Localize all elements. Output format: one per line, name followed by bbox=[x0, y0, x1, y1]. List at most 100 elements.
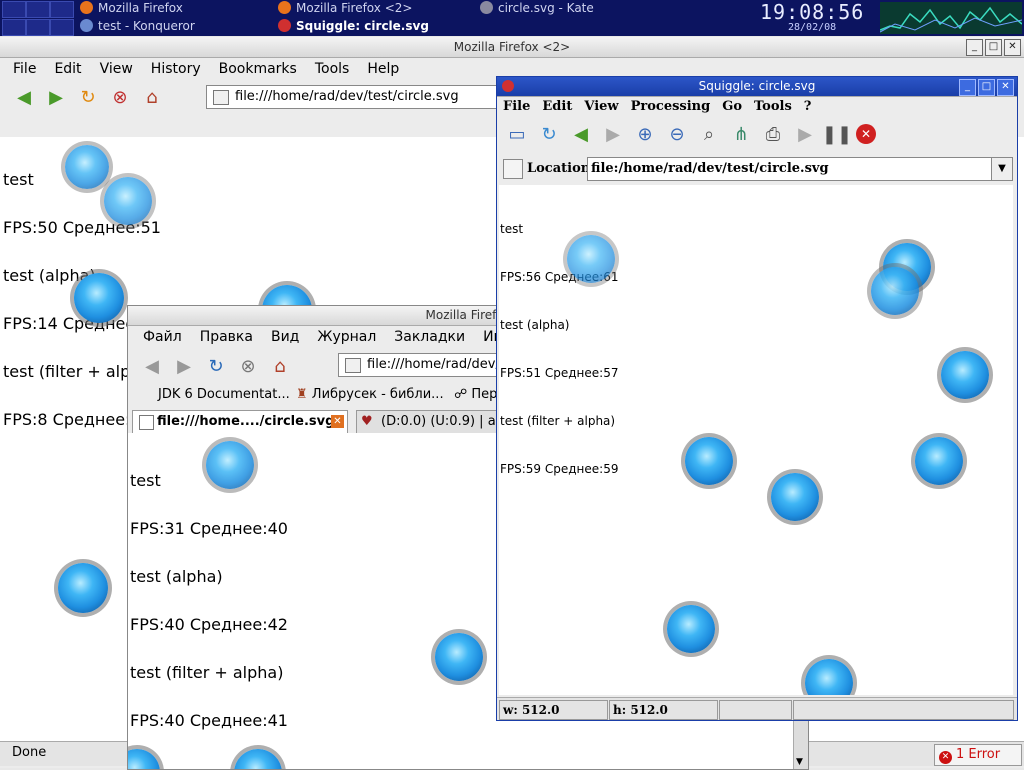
menu-tools[interactable]: Tools bbox=[754, 99, 792, 114]
task-label: circle.svg - Kate bbox=[498, 1, 594, 15]
pager-desktop-1[interactable] bbox=[2, 1, 26, 18]
forward-icon[interactable]: ▶ bbox=[171, 353, 197, 379]
menu-edit[interactable]: Правка bbox=[200, 329, 253, 345]
bookmark-jdk[interactable]: JDK 6 Documentat... bbox=[158, 383, 290, 407]
pager-desktop-3[interactable] bbox=[50, 1, 74, 18]
page-favicon-icon bbox=[345, 358, 361, 373]
task-squiggle[interactable]: Squiggle: circle.svg bbox=[278, 18, 429, 35]
sysmon-graph-icon bbox=[879, 6, 1023, 33]
play-icon[interactable]: ▶ bbox=[792, 121, 818, 147]
squiggle-statusbar: w: 512.0 h: 512.0 bbox=[497, 697, 1017, 720]
tab-favicon-icon bbox=[139, 415, 154, 430]
maximize-button[interactable]: □ bbox=[985, 39, 1002, 56]
menu-edit[interactable]: Edit bbox=[54, 61, 81, 77]
animated-circle bbox=[667, 605, 715, 653]
close-button[interactable]: ✕ bbox=[997, 79, 1014, 96]
pager-desktop-2[interactable] bbox=[26, 1, 50, 18]
page-favicon-icon bbox=[213, 90, 229, 105]
maximize-button[interactable]: □ bbox=[978, 79, 995, 96]
tab-label: file:///home..../circle.svg bbox=[157, 414, 335, 429]
inspect-icon[interactable]: ⌕ bbox=[696, 121, 722, 147]
url-bar[interactable]: file:///home/rad/dev/test/circle.svg bbox=[206, 85, 524, 109]
location-input[interactable]: file:/home/rad/dev/test/circle.svg bbox=[587, 157, 996, 181]
menu-history[interactable]: Журнал bbox=[317, 329, 376, 345]
scroll-down-icon[interactable]: ▼ bbox=[796, 757, 803, 767]
print-icon[interactable]: ⎙ bbox=[760, 121, 786, 147]
menu-history[interactable]: History bbox=[151, 61, 201, 77]
home-icon[interactable]: ⌂ bbox=[267, 353, 293, 379]
menu-processing[interactable]: Processing bbox=[631, 99, 711, 114]
fps-text-block: test FPS:31 Среднее:40 test (alpha) FPS:… bbox=[130, 441, 288, 761]
animated-circle bbox=[58, 563, 108, 613]
menu-file[interactable]: File bbox=[13, 61, 36, 77]
menu-file[interactable]: File bbox=[503, 99, 530, 114]
menu-help[interactable]: Help bbox=[367, 61, 399, 77]
reload-icon[interactable]: ↻ bbox=[203, 353, 229, 379]
zoom-in-icon[interactable]: ⊕ bbox=[632, 121, 658, 147]
menu-view[interactable]: View bbox=[584, 99, 618, 114]
stop-icon[interactable]: ⊗ bbox=[235, 353, 261, 379]
forward-icon[interactable]: ▶ bbox=[43, 84, 69, 110]
fps-line: FPS:40 Среднее:41 bbox=[130, 711, 288, 730]
back-icon[interactable]: ◀ bbox=[11, 84, 37, 110]
home-icon[interactable]: ⌂ bbox=[139, 84, 165, 110]
minimize-button[interactable]: _ bbox=[966, 39, 983, 56]
animated-circle bbox=[435, 633, 483, 681]
forward-icon[interactable]: ▶ bbox=[600, 121, 626, 147]
bookmark-other[interactable]: ☍ Пер bbox=[454, 383, 497, 407]
fps-line: FPS:59 Среднее:59 bbox=[500, 462, 619, 476]
status-cell-empty bbox=[719, 700, 792, 720]
taskbar: Mozilla Firefox test - Konqueror Mozilla… bbox=[0, 0, 1024, 36]
squiggle-icon bbox=[278, 19, 291, 32]
menu-file[interactable]: Файл bbox=[143, 329, 182, 345]
task-kate[interactable]: circle.svg - Kate bbox=[480, 0, 594, 17]
squiggle-canvas: test FPS:56 Среднее:61 test (alpha) FPS:… bbox=[499, 185, 1013, 695]
menu-bookmarks[interactable]: Bookmarks bbox=[219, 61, 297, 77]
back-icon[interactable]: ◀ bbox=[139, 353, 165, 379]
url-text: file:///home/rad/dev/test/circle.svg bbox=[235, 89, 459, 104]
tab-circle-svg[interactable]: file:///home..../circle.svg ✕ bbox=[132, 410, 348, 433]
menu-edit[interactable]: Edit bbox=[542, 99, 572, 114]
menu-help[interactable]: ? bbox=[804, 99, 812, 114]
pager-desktop-5[interactable] bbox=[26, 19, 50, 36]
error-console-badge[interactable]: ✕ 1 Error bbox=[934, 744, 1022, 766]
fps-line: test (alpha) bbox=[130, 567, 223, 586]
dom-viewer-icon[interactable]: ⋔ bbox=[728, 121, 754, 147]
task-firefox[interactable]: Mozilla Firefox bbox=[80, 0, 183, 17]
animated-circle bbox=[65, 145, 109, 189]
squiggle-titlebar: Squiggle: circle.svg _ □ ✕ bbox=[497, 77, 1017, 97]
date: 28/02/08 bbox=[788, 22, 837, 33]
stop-icon[interactable]: ✕ bbox=[856, 124, 876, 144]
location-value: file:/home/rad/dev/test/circle.svg bbox=[591, 161, 829, 176]
reload-icon[interactable]: ↻ bbox=[536, 121, 562, 147]
menu-view[interactable]: View bbox=[100, 61, 133, 77]
location-icon bbox=[503, 159, 523, 179]
task-firefox-2[interactable]: Mozilla Firefox <2> bbox=[278, 0, 412, 17]
location-dropdown-icon[interactable]: ▼ bbox=[991, 157, 1013, 181]
menu-view[interactable]: Вид bbox=[271, 329, 299, 345]
bookmark-label: Пер bbox=[471, 387, 498, 402]
konqueror-icon bbox=[80, 19, 93, 32]
menu-bookmarks[interactable]: Закладки bbox=[394, 329, 465, 345]
close-tab-icon[interactable]: ✕ bbox=[331, 415, 344, 428]
zoom-out-icon[interactable]: ⊖ bbox=[664, 121, 690, 147]
bookmark-librusec[interactable]: ♜ Либрусек - библи... bbox=[296, 383, 444, 407]
pager-desktop-4[interactable] bbox=[2, 19, 26, 36]
minimize-button[interactable]: _ bbox=[959, 79, 976, 96]
pager-desktop-6[interactable] bbox=[50, 19, 74, 36]
back-icon[interactable]: ◀ bbox=[568, 121, 594, 147]
status-message bbox=[793, 700, 1014, 720]
task-label: Mozilla Firefox <2> bbox=[296, 1, 413, 15]
menu-go[interactable]: Go bbox=[722, 99, 742, 114]
task-konqueror[interactable]: test - Konqueror bbox=[80, 18, 195, 35]
open-folder-icon[interactable]: ▭ bbox=[504, 121, 530, 147]
reload-icon[interactable]: ↻ bbox=[75, 84, 101, 110]
error-icon: ✕ bbox=[939, 751, 952, 764]
pause-icon[interactable]: ❚❚ bbox=[822, 121, 852, 147]
fps-line: test (filter + alpha) bbox=[500, 414, 616, 428]
squiggle-toolbar: ▭ ↻ ◀ ▶ ⊕ ⊖ ⌕ ⋔ ⎙ ▶ ❚❚ ✕ bbox=[501, 119, 1017, 149]
clock: 19:08:56 bbox=[760, 0, 865, 24]
stop-icon[interactable]: ⊗ bbox=[107, 84, 133, 110]
menu-tools[interactable]: Tools bbox=[315, 61, 350, 77]
close-button[interactable]: ✕ bbox=[1004, 39, 1021, 56]
